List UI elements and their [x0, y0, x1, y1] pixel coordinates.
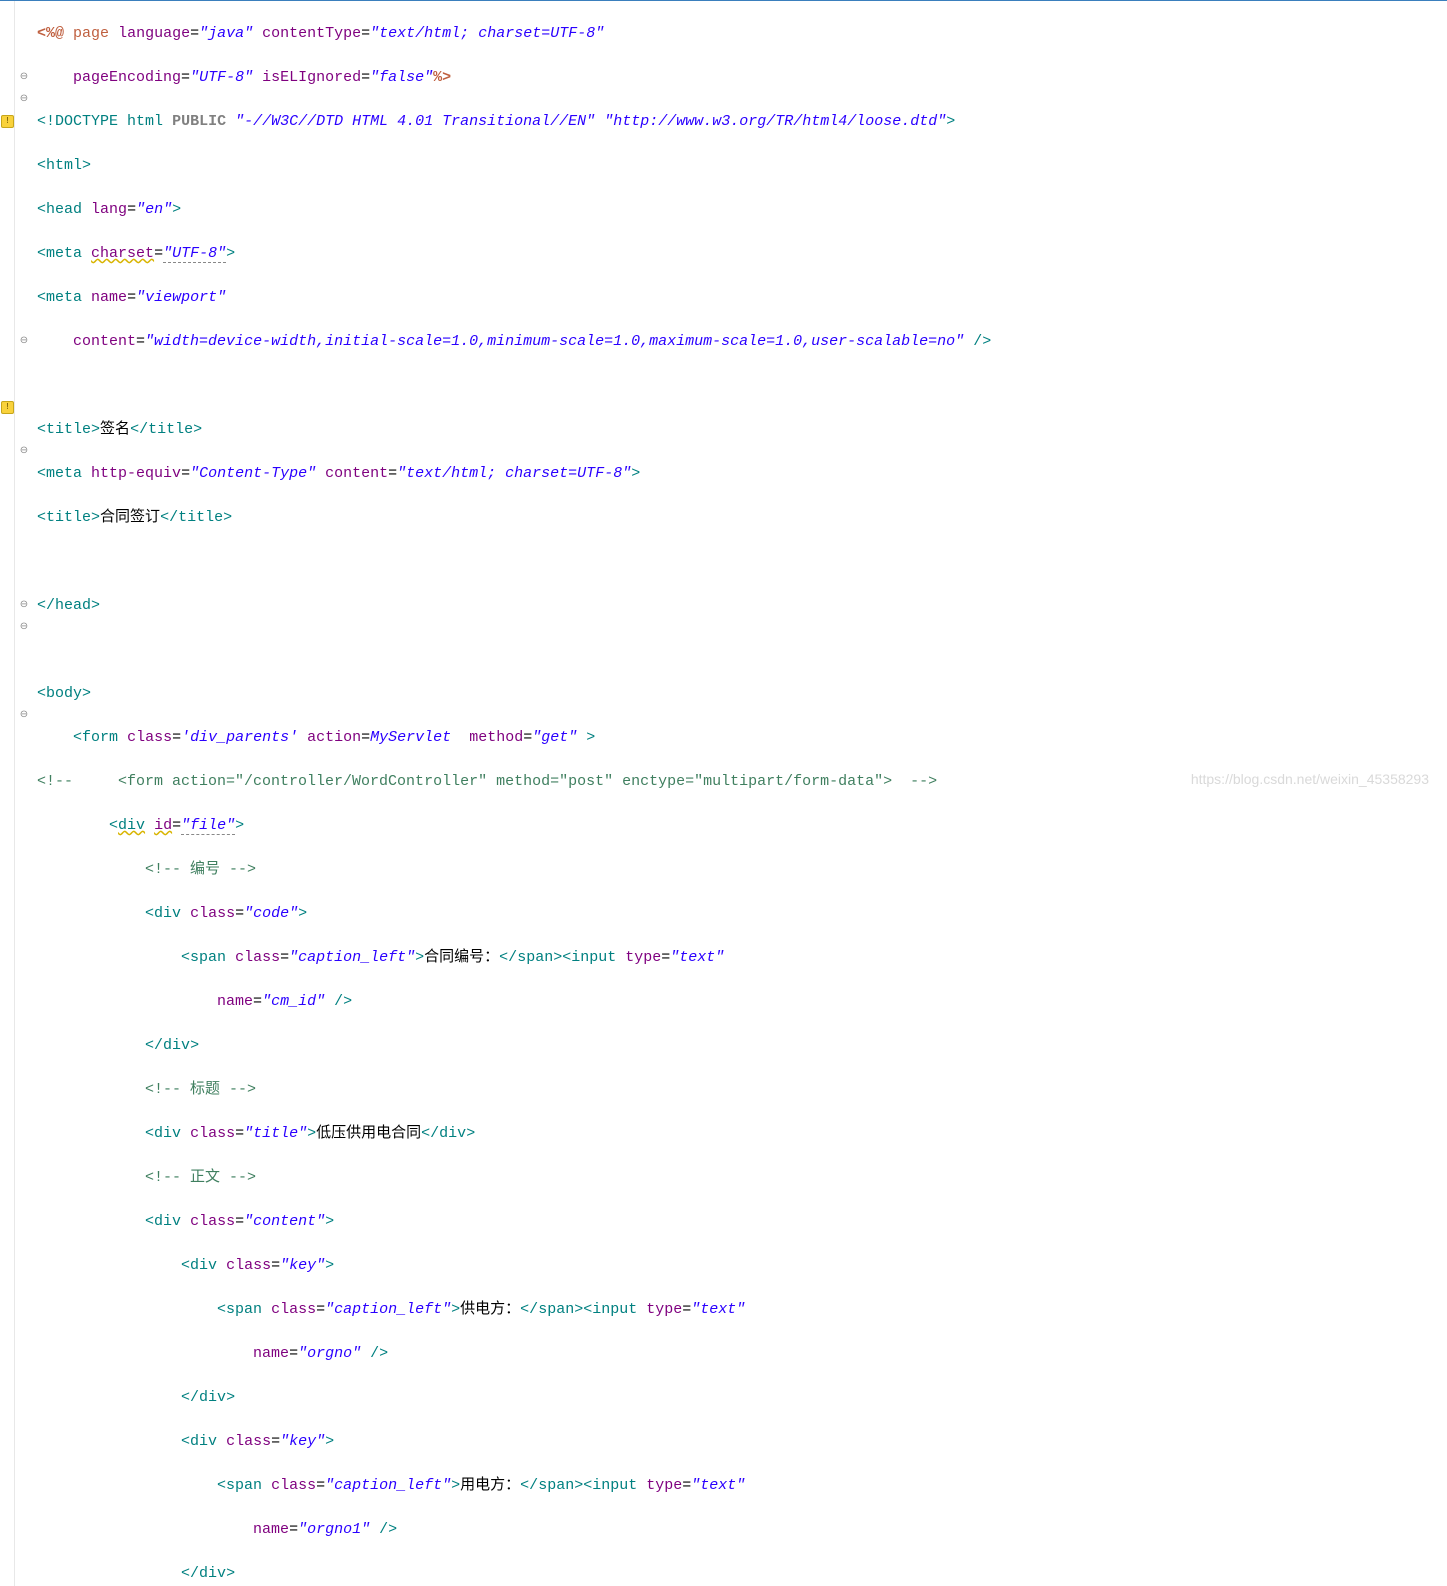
tag-html: html [46, 157, 82, 174]
val-cm-id: "cm_id" [262, 993, 325, 1010]
val-file: "file" [181, 817, 235, 835]
tag-meta: meta [46, 289, 82, 306]
fold-icon[interactable]: ⊖ [18, 710, 30, 722]
gutter: ! ! [0, 1, 15, 1586]
val-content-class: "content" [244, 1213, 325, 1230]
comment-bianhao: <!-- 编号 --> [145, 861, 256, 878]
fold-icon[interactable]: ⊖ [18, 446, 30, 458]
val-contentType: "text/html; charset=UTF-8" [370, 25, 604, 42]
attr-lang: lang [91, 201, 127, 218]
tag-input: input [571, 949, 616, 966]
val-orgno: "orgno" [298, 1345, 361, 1362]
attr-pageEncoding: pageEncoding [73, 69, 181, 86]
label-user: 用电方： [460, 1477, 520, 1494]
val-orgno1: "orgno1" [298, 1521, 370, 1538]
val-isELIgnored: "false" [370, 69, 433, 86]
attr-type: type [625, 949, 661, 966]
fold-icon[interactable]: ⊖ [18, 600, 30, 612]
tag-meta: meta [46, 465, 82, 482]
attr-contentType: contentType [262, 25, 361, 42]
title1-text: 签名 [100, 421, 130, 438]
label-supplier: 供电方： [460, 1301, 520, 1318]
doctype-html: html [127, 113, 163, 130]
attr-class: class [127, 729, 172, 746]
doctype-open: <! [37, 113, 55, 130]
tag-meta: meta [46, 245, 82, 262]
comment-biaoti: <!-- 标题 --> [145, 1081, 256, 1098]
val-method: "get" [532, 729, 577, 746]
fold-icon[interactable]: ⊖ [18, 622, 30, 634]
tag-title: title [46, 421, 91, 438]
val-title-class: "title" [244, 1125, 307, 1142]
val-text: "text" [670, 949, 724, 966]
val-action: MyServlet [370, 729, 451, 746]
warning-icon: ! [1, 401, 14, 414]
tag-div: div [118, 817, 145, 834]
attr-content: content [325, 465, 388, 482]
val-pageEncoding: "UTF-8" [190, 69, 253, 86]
val-code: "code" [244, 905, 298, 922]
attr-name: name [91, 289, 127, 306]
val-httpequiv: "Content-Type" [190, 465, 316, 482]
doctype-kw: DOCTYPE [55, 113, 118, 130]
fold-icon[interactable]: ⊖ [18, 72, 30, 84]
val-viewport-content: "width=device-width,initial-scale=1.0,mi… [145, 333, 964, 350]
val-key-class: "key" [280, 1257, 325, 1274]
val-caption-left: "caption_left" [289, 949, 415, 966]
title2-text: 合同签订 [100, 509, 160, 526]
tag-span: span [190, 949, 226, 966]
attr-content: content [73, 333, 136, 350]
doctype-public: PUBLIC [172, 113, 226, 130]
val-language: "java" [199, 25, 253, 42]
val-div-parents: 'div_parents' [181, 729, 298, 746]
attr-isELIgnored: isELIgnored [262, 69, 361, 86]
code-editor[interactable]: ! ! ⊖ ⊖ ⊖ ⊖ ⊖ ⊖ ⊖ <%@ page language="jav… [0, 0, 1447, 1586]
tag-head: head [46, 201, 82, 218]
jsp-close-delim: %> [433, 69, 451, 86]
warning-icon: ! [1, 115, 14, 128]
comment-zhengwen: <!-- 正文 --> [145, 1169, 256, 1186]
attr-id: id [154, 817, 172, 834]
fold-column: ⊖ ⊖ ⊖ ⊖ ⊖ ⊖ ⊖ [15, 1, 33, 1586]
val-charset: "UTF-8" [163, 245, 226, 263]
val-lang: "en" [136, 201, 172, 218]
doctype-fpi: "-//W3C//DTD HTML 4.01 Transitional//EN" [235, 113, 595, 130]
jsp-open-delim: <%@ [37, 25, 64, 42]
title-div-text: 低压供用电合同 [316, 1125, 421, 1142]
attr-action: action [307, 729, 361, 746]
tag-body: body [46, 685, 82, 702]
fold-icon[interactable]: ⊖ [18, 336, 30, 348]
comment-form: <!-- <form action="/controller/WordContr… [37, 773, 937, 790]
attr-method: method [469, 729, 523, 746]
doctype-uri: "http://www.w3.org/TR/html4/loose.dtd" [604, 113, 946, 130]
val-viewport: "viewport" [136, 289, 226, 306]
tag-form: form [82, 729, 118, 746]
label-contract-no: 合同编号： [424, 949, 499, 966]
fold-icon[interactable]: ⊖ [18, 94, 30, 106]
code-content[interactable]: <%@ page language="java" contentType="te… [33, 1, 1447, 1586]
attr-charset: charset [91, 245, 154, 262]
jsp-page-keyword: page [73, 25, 109, 42]
attr-httpequiv: http-equiv [91, 465, 181, 482]
val-meta-content: "text/html; charset=UTF-8" [397, 465, 631, 482]
tag-title: title [46, 509, 91, 526]
attr-language: language [118, 25, 190, 42]
